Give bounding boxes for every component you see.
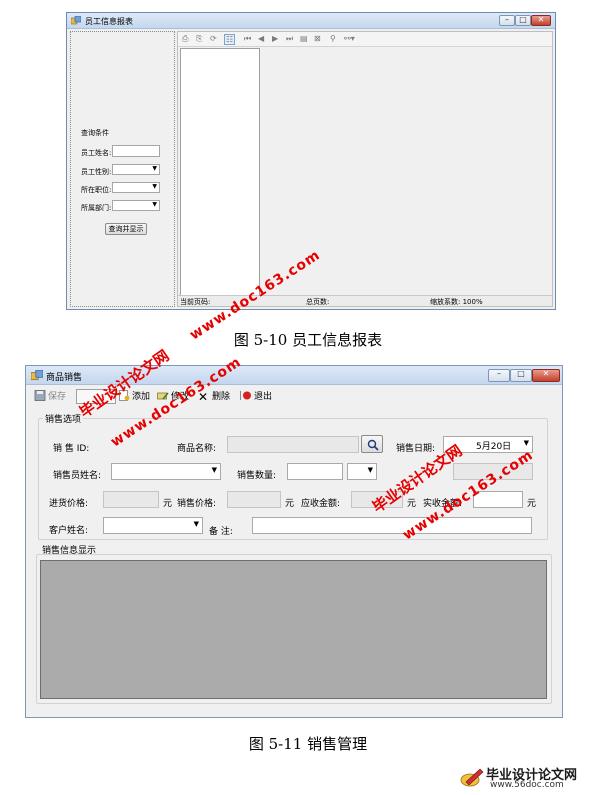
remark-label: 备 注: xyxy=(209,527,233,537)
next-page-icon[interactable]: ▶ xyxy=(272,34,278,43)
maximize-button[interactable]: □ xyxy=(510,369,532,382)
minimize-icon: – xyxy=(505,15,509,24)
app-icon xyxy=(71,16,81,25)
quantity-label: 销售数量: xyxy=(237,471,277,481)
minimize-icon: – xyxy=(497,369,501,378)
employee-gender-label: 员工性别: xyxy=(81,168,112,176)
purchase-price-unit: 元 xyxy=(163,499,173,509)
goto-page-icon[interactable]: ▤ xyxy=(300,34,308,43)
query-condition-group: 查询条件 员工姓名: 员工性别: ▼ 所在职位: ▼ 所属部门: ▼ 查询并显示 xyxy=(79,128,171,244)
product-name-label: 商品名称: xyxy=(177,444,217,454)
chevron-down-icon: ▼ xyxy=(523,439,529,447)
close-icon: ✕ xyxy=(542,369,550,378)
app-icon xyxy=(31,370,43,381)
salesperson-label: 销售员姓名: xyxy=(53,471,102,481)
search-icon[interactable]: ⚲ xyxy=(330,34,336,43)
query-display-button[interactable]: 查询并显示 xyxy=(105,223,147,235)
position-label: 所在职位: xyxy=(81,186,112,194)
window-title: 员工信息报表 xyxy=(85,17,133,26)
refresh-icon[interactable]: ⟳ xyxy=(210,34,217,43)
window-title: 商品销售 xyxy=(46,373,83,383)
save-button[interactable]: 保存 xyxy=(34,389,66,404)
received-unit: 元 xyxy=(527,499,537,509)
remark-input[interactable] xyxy=(252,517,532,534)
department-label: 所属部门: xyxy=(81,204,112,212)
maximize-button[interactable]: □ xyxy=(515,15,531,26)
print-icon[interactable]: ⎙ xyxy=(182,34,188,44)
prev-page-icon[interactable]: ◀ xyxy=(258,34,264,43)
sale-price-unit: 元 xyxy=(285,499,295,509)
search-product-button[interactable] xyxy=(361,435,383,453)
report-toolbar: ⎙ ⎘ ⟳ ☷ ⏮ ◀ ▶ ⏭ ▤ ⊠ ⚲ ⚯▾ xyxy=(178,32,552,47)
receivable-unit: 元 xyxy=(407,499,417,509)
sale-date-value: 5月20日 xyxy=(476,442,512,452)
employee-gender-select[interactable]: ▼ xyxy=(112,164,160,175)
chevron-down-icon: ▼ xyxy=(152,201,157,208)
delete-label: 删除 xyxy=(212,392,231,402)
title-bar: 员工信息报表 – □ ✕ xyxy=(67,13,555,29)
site-logo: 毕业设计论文网 www.56doc.com xyxy=(460,764,610,792)
zoom-status: 缩放系数: 100% xyxy=(430,298,483,306)
department-select[interactable]: ▼ xyxy=(112,200,160,211)
logo-url: www.56doc.com xyxy=(490,780,564,790)
total-pages-status: 总页数: xyxy=(306,298,330,306)
group-tree-icon[interactable]: ☷ xyxy=(224,34,236,45)
save-label: 保存 xyxy=(48,392,67,402)
minimize-button[interactable]: – xyxy=(488,369,510,382)
first-page-icon[interactable]: ⏮ xyxy=(244,34,251,44)
employee-name-label: 员工姓名: xyxy=(81,149,112,157)
employee-name-input[interactable] xyxy=(112,145,160,157)
sale-price-field xyxy=(227,491,281,508)
close-button[interactable]: ✕ xyxy=(531,15,551,26)
add-label: 添加 xyxy=(132,392,151,402)
report-page xyxy=(180,48,260,296)
product-name-field[interactable] xyxy=(227,436,359,453)
pencil-logo-icon xyxy=(460,768,484,787)
receivable-label: 应收金额: xyxy=(301,499,341,509)
sale-price-label: 销售价格: xyxy=(177,499,217,509)
exit-button[interactable]: 退出 xyxy=(240,389,272,404)
current-page-status: 当前页码: xyxy=(180,298,211,306)
query-group-title: 查询条件 xyxy=(81,129,109,137)
figure-caption-1: 图 5-10 员工信息报表 xyxy=(233,331,383,349)
exit-icon xyxy=(240,391,251,400)
maximize-icon: □ xyxy=(517,369,525,378)
figure-caption-2: 图 5-11 销售管理 xyxy=(248,735,368,753)
exit-label: 退出 xyxy=(254,392,273,402)
export-icon[interactable]: ⎘ xyxy=(196,34,202,44)
purchase-price-label: 进货价格: xyxy=(49,499,89,509)
report-viewer: ⎙ ⎘ ⟳ ☷ ⏮ ◀ ▶ ⏭ ▤ ⊠ ⚲ ⚯▾ 当前页码: 总页数: 缩放系数… xyxy=(177,31,553,307)
chevron-down-icon: ▼ xyxy=(211,466,217,474)
stop-icon[interactable]: ⊠ xyxy=(314,34,321,43)
sales-data-grid[interactable] xyxy=(40,560,547,699)
unit-select[interactable]: ▼ xyxy=(347,463,377,480)
close-button[interactable]: ✕ xyxy=(532,369,560,382)
chevron-down-icon: ▼ xyxy=(152,165,157,172)
sale-id-label: 销 售 ID: xyxy=(53,444,90,454)
product-sales-window: 商品销售 – □ ✕ 保存 添加 修改 ✕ 删除 退出 销售选项 销 售 ID: … xyxy=(25,365,563,718)
position-select[interactable]: ▼ xyxy=(112,182,160,193)
chevron-down-icon: ▼ xyxy=(152,183,157,190)
close-icon: ✕ xyxy=(537,15,545,24)
customer-select[interactable]: ▼ xyxy=(103,517,203,534)
maximize-icon: □ xyxy=(519,15,527,24)
chevron-down-icon: ▼ xyxy=(193,520,199,528)
customer-label: 客户姓名: xyxy=(49,526,89,536)
quantity-input[interactable] xyxy=(287,463,343,480)
zoom-icon[interactable]: ⚯▾ xyxy=(344,34,355,43)
chevron-down-icon: ▼ xyxy=(367,466,373,474)
query-panel: 查询条件 员工姓名: 员工性别: ▼ 所在职位: ▼ 所属部门: ▼ 查询并显示 xyxy=(70,31,175,307)
save-icon xyxy=(34,390,46,401)
search-icon xyxy=(367,439,379,451)
last-page-icon[interactable]: ⏭ xyxy=(286,34,293,44)
salesperson-select[interactable]: ▼ xyxy=(111,463,221,480)
sales-options-title: 销售选项 xyxy=(43,412,84,425)
minimize-button[interactable]: – xyxy=(499,15,515,26)
purchase-price-field xyxy=(103,491,159,508)
sale-date-label: 销售日期: xyxy=(396,444,436,454)
